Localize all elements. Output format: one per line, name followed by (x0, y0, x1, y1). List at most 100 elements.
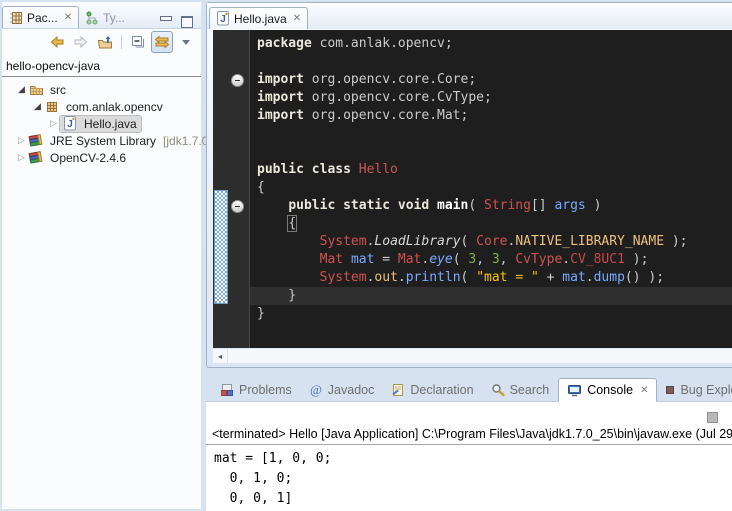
code-token: 3 (468, 252, 476, 267)
bottom-tabbar: Problems @JavadocDeclaration Search Console… (206, 371, 732, 401)
back-button[interactable] (46, 31, 68, 53)
code-token (429, 198, 437, 213)
up-to-parent-button[interactable] (94, 31, 116, 53)
tab-label: Problems (239, 383, 292, 397)
code-token: , (500, 252, 516, 267)
code-token: println (406, 270, 461, 285)
tab-console[interactable]: Console✕ (558, 378, 657, 402)
code-token: Core (476, 234, 507, 249)
tab-label: Search (510, 383, 550, 397)
tab-bug-explorer[interactable]: Bug Explorer (658, 379, 732, 401)
code-token: ( (461, 270, 477, 285)
code-token: package (257, 36, 312, 51)
code-token (257, 252, 320, 267)
collapse-all-button[interactable] (127, 31, 149, 53)
tree-collapsed-icon[interactable]: ▷ (16, 152, 27, 163)
declaration-icon (391, 383, 405, 397)
tree-collapsed-icon[interactable]: ▷ (16, 135, 27, 146)
tree-item-label: com.anlak.opencv (66, 100, 163, 114)
code-token (257, 198, 288, 213)
code-token: dump (594, 270, 625, 285)
editor-horizontal-scrollbar[interactable]: ◂ (213, 349, 732, 363)
forward-button[interactable] (70, 31, 92, 53)
up-folder-icon (97, 35, 113, 50)
code-token: String (484, 198, 531, 213)
tree-item-body: com.anlak.opencv (43, 99, 163, 114)
code-token: import (257, 72, 304, 87)
code-text[interactable]: package com.anlak.opencv; import org.open… (250, 30, 732, 348)
maximize-view-icon[interactable] (181, 16, 193, 28)
code-token: , (476, 252, 492, 267)
close-icon[interactable]: ✕ (293, 13, 301, 24)
code-token: } (257, 288, 296, 303)
package-explorer-tabbar: Pac... ✕ Ty... (2, 2, 201, 29)
code-editor[interactable]: package com.anlak.opencv; import org.open… (213, 30, 732, 348)
tree-item-jre-system-library[interactable]: ▷JRE System Library[jdk1.7.0 (2, 132, 201, 149)
tree-item-body: src (27, 82, 66, 97)
library-icon (28, 133, 44, 148)
tree-expanded-icon[interactable]: ◢ (32, 101, 43, 112)
minimize-view-icon[interactable] (160, 16, 172, 21)
view-menu-button[interactable] (175, 31, 197, 53)
tree-expanded-icon[interactable]: ◢ (16, 84, 27, 95)
tab-problems[interactable]: Problems (212, 379, 300, 401)
code-token: } (257, 306, 265, 321)
tab-label: Pac... (27, 11, 58, 25)
code-token: = (374, 252, 397, 267)
tab-label: Hello.java (234, 12, 287, 26)
tab-declaration[interactable]: Declaration (383, 379, 481, 401)
bug-view-icon (666, 386, 675, 395)
code-line (257, 125, 732, 143)
code-token (257, 270, 320, 285)
fold-collapse-icon[interactable] (231, 74, 244, 87)
tab-ty[interactable]: Ty... (79, 7, 131, 28)
code-line: public class Hello (257, 161, 732, 179)
code-token: ( (453, 252, 469, 267)
scroll-left-arrow-icon[interactable]: ◂ (213, 349, 228, 363)
code-token (351, 162, 359, 177)
code-token: NATIVE_LIBRARY_NAME (515, 234, 664, 249)
code-line: System.out.println( "mat = " + mat.dump(… (257, 269, 732, 287)
code-token: System (320, 270, 367, 285)
console-output-line: 0, 1, 0; (214, 469, 732, 489)
code-line (257, 143, 732, 161)
link-with-editor-button[interactable] (151, 31, 173, 53)
tree-item-com-anlak-opencv[interactable]: ◢ com.anlak.opencv (2, 98, 201, 115)
package-explorer-icon (9, 11, 23, 25)
tree-item-hello-java[interactable]: ▷JHello.java (2, 115, 201, 132)
package-explorer-panel: Pac...✕Ty... hello-opencv-java ◢src◢com.… (2, 2, 201, 509)
code-line: { (257, 215, 732, 233)
code-line: package com.anlak.opencv; (257, 35, 732, 53)
code-token: import (257, 108, 304, 123)
console-toolbar-icon[interactable] (707, 412, 718, 423)
view-window-buttons (160, 12, 201, 28)
collapse-all-icon (131, 35, 146, 49)
editor-tabbar: J Hello.java ✕ (207, 3, 732, 29)
java-file-icon: J (62, 116, 78, 131)
tree-item-suffix: [jdk1.7.0 (163, 134, 208, 148)
svg-text:@: @ (310, 383, 322, 397)
code-token: org.opencv.core.Core; (304, 72, 476, 87)
close-icon[interactable]: ✕ (64, 12, 72, 23)
tab-search[interactable]: Search (483, 379, 558, 401)
close-icon[interactable]: ✕ (640, 385, 648, 396)
tree-item-body: JRE System Library[jdk1.7.0 (27, 133, 208, 148)
svg-text:J: J (220, 14, 226, 25)
tab-pac[interactable]: Pac... ✕ (2, 6, 79, 28)
tab-hello-java[interactable]: J Hello.java ✕ (209, 7, 308, 29)
code-token: 3 (492, 252, 500, 267)
code-token: "mat = " (476, 270, 539, 285)
console-output[interactable]: mat = [1, 0, 0; 0, 1, 0; 0, 0, 1] (206, 445, 732, 509)
code-token: ); (625, 252, 648, 267)
tree-item-src[interactable]: ◢src (2, 81, 201, 98)
tab-javadoc[interactable]: @Javadoc (301, 379, 383, 401)
code-token: ( (468, 198, 484, 213)
code-line: Mat mat = Mat.eye( 3, 3, CvType.CV_8UC1 … (257, 251, 732, 269)
console-icon (567, 383, 582, 397)
tree-item-body: JHello.java (59, 115, 142, 133)
problems-icon (220, 383, 234, 397)
project-root-label[interactable]: hello-opencv-java (2, 55, 201, 77)
tree-collapsed-icon[interactable]: ▷ (48, 118, 59, 129)
tree-item-opencv-2-4-6[interactable]: ▷OpenCV-2.4.6 (2, 149, 201, 166)
fold-collapse-icon[interactable] (231, 200, 244, 213)
